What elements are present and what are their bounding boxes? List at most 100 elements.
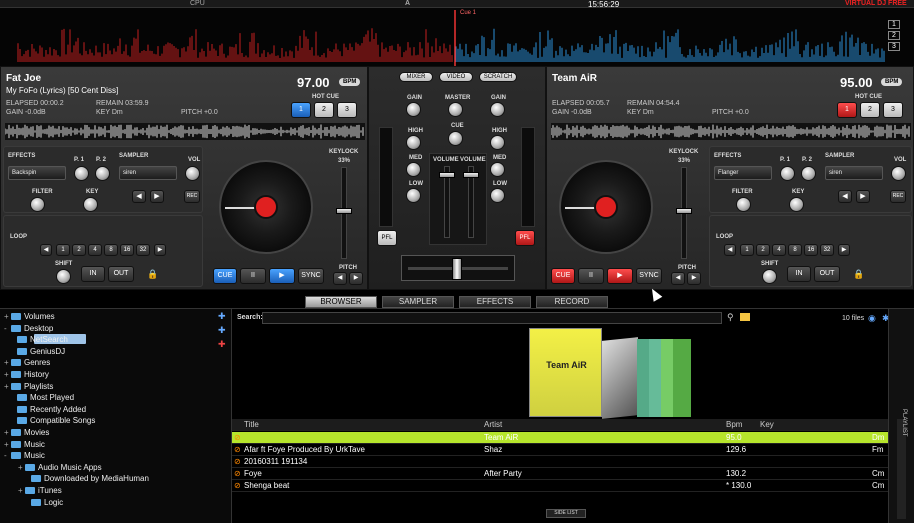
mixer-med-right-knob[interactable] <box>490 162 505 177</box>
tree-item[interactable]: GeniusDJ <box>10 347 65 356</box>
deck-left-hot-cue-3[interactable]: 3 <box>337 102 357 118</box>
mixer-low-right-knob[interactable] <box>490 188 505 203</box>
deck-left-p1-knob[interactable] <box>74 166 89 181</box>
deck-left-effect-select[interactable]: Backspin <box>8 166 66 180</box>
mixer-volume-right-handle[interactable] <box>463 172 479 178</box>
tree-item[interactable]: NetSearch <box>10 335 68 344</box>
deck-right-loop-1[interactable]: 1 <box>740 244 754 256</box>
mixer-cue-knob[interactable] <box>448 131 463 146</box>
tree-item[interactable]: + Volumes <box>4 312 55 321</box>
deck-right-loop-out[interactable]: OUT <box>814 266 840 282</box>
deck-1-button[interactable]: 1 <box>888 20 900 29</box>
tree-item[interactable]: Downloaded by MediaHuman <box>24 474 149 483</box>
deck-left-sync-button[interactable]: SYNC <box>298 268 324 284</box>
album-cover-side-5[interactable] <box>673 339 691 417</box>
folder-icon[interactable] <box>740 313 750 321</box>
deck-right-pitch-handle[interactable] <box>676 208 692 214</box>
deck-left-vol-knob[interactable] <box>185 166 200 181</box>
mixer-gain-right-knob[interactable] <box>490 102 505 117</box>
deck-left-loop-prev[interactable]: ◀ <box>40 244 52 256</box>
mixer-master-knob[interactable] <box>448 102 463 117</box>
deck-left-loop-2[interactable]: 2 <box>72 244 86 256</box>
tree-item[interactable]: + Audio Music Apps <box>18 463 102 472</box>
table-row[interactable]: ⊘ Afar ft Foye Produced By UrkTave Shaz 129… <box>232 444 888 456</box>
deck-right-play-button[interactable]: ▶ <box>607 268 633 284</box>
deck-left-jog-wheel[interactable] <box>219 160 313 254</box>
tree-expand-toggle[interactable]: + <box>4 382 11 391</box>
deck-left-loop-8[interactable]: 8 <box>104 244 118 256</box>
deck-right-cue-button[interactable]: CUE <box>551 268 575 284</box>
deck-left-loop-4[interactable]: 4 <box>88 244 102 256</box>
deck-left-key-knob[interactable] <box>83 197 98 212</box>
deck-right-effect-select[interactable]: Flanger <box>714 166 772 180</box>
deck-left-lock-icon[interactable]: 🔒 <box>147 269 158 280</box>
deck-left-pitch-handle[interactable] <box>336 208 352 214</box>
tree-expand-toggle[interactable]: + <box>4 370 11 379</box>
deck-left-hot-cue-1[interactable]: 1 <box>291 102 311 118</box>
tree-item[interactable]: + Movies <box>4 428 49 437</box>
tree-item[interactable]: + History <box>4 370 49 379</box>
crossfader[interactable] <box>401 255 515 281</box>
table-row[interactable]: ⊘ 20160311 191134 <box>232 456 888 468</box>
deck-right-loop-16[interactable]: 16 <box>804 244 818 256</box>
deck-left-loop-in[interactable]: IN <box>81 266 105 282</box>
mixer-high-left-knob[interactable] <box>406 135 421 150</box>
deck-left-rec-button[interactable]: REC <box>184 190 200 203</box>
col-key[interactable]: Key <box>760 419 774 431</box>
add-virtual-folder-icon[interactable]: ✚ <box>218 325 226 336</box>
tab-effects[interactable]: EFFECTS <box>459 296 531 308</box>
add-filter-folder-icon[interactable]: ✚ <box>218 339 226 350</box>
album-cover-side-3[interactable] <box>649 339 661 417</box>
waveform-overview[interactable]: Cue 1 1 2 3 <box>0 8 914 66</box>
tree-item[interactable]: - Music <box>4 451 45 460</box>
mixer-low-left-knob[interactable] <box>406 188 421 203</box>
mixer-tab[interactable]: MIXER <box>399 72 433 82</box>
deck-left-pitch-down[interactable]: ◀ <box>333 272 347 285</box>
deck-right-loop-next[interactable]: ▶ <box>838 244 850 256</box>
table-row[interactable]: ⊘ Foye After Party 130.2 Cm <box>232 468 888 480</box>
deck-right-sampler-next[interactable]: ▶ <box>856 190 870 203</box>
deck-right-loop-8[interactable]: 8 <box>788 244 802 256</box>
deck-right-loop-in[interactable]: IN <box>787 266 811 282</box>
deck-right-vol-knob[interactable] <box>891 166 906 181</box>
album-cover-side-1[interactable] <box>602 337 638 419</box>
tree-expand-toggle[interactable]: + <box>18 486 25 495</box>
deck-left-sampler-next[interactable]: ▶ <box>150 190 164 203</box>
deck-left-sampler-prev[interactable]: ◀ <box>132 190 146 203</box>
crossfader-handle[interactable] <box>452 258 462 280</box>
deck-right-filter-knob[interactable] <box>736 197 751 212</box>
deck-right-p1-knob[interactable] <box>780 166 795 181</box>
video-tab[interactable]: VIDEO <box>439 72 473 82</box>
tree-item[interactable]: Compatible Songs <box>10 416 95 425</box>
deck-right-p2-knob[interactable] <box>801 166 816 181</box>
mixer-med-left-knob[interactable] <box>406 162 421 177</box>
deck-left-loop-1[interactable]: 1 <box>56 244 70 256</box>
deck-2-button[interactable]: 2 <box>888 31 900 40</box>
table-row[interactable]: ⊘ Shenga beat * 130.0 Cm <box>232 480 888 492</box>
deck-right-loop-4[interactable]: 4 <box>772 244 786 256</box>
deck-left-loop-next[interactable]: ▶ <box>154 244 166 256</box>
deck-right-loop-2[interactable]: 2 <box>756 244 770 256</box>
deck-right-key-knob[interactable] <box>789 197 804 212</box>
mixer-gain-left-knob[interactable] <box>406 102 421 117</box>
tree-item[interactable]: Recently Added <box>10 405 86 414</box>
deck-left-sampler-select[interactable]: siren <box>119 166 177 180</box>
tree-expand-toggle[interactable]: + <box>4 428 11 437</box>
tree-item[interactable]: + Playlists <box>4 382 53 391</box>
deck-right-pause-button[interactable]: II <box>578 268 604 284</box>
tab-sampler[interactable]: SAMPLER <box>382 296 454 308</box>
playlist-side-tab[interactable]: PLAYLIST <box>901 409 907 437</box>
tree-item[interactable]: + iTunes <box>18 486 62 495</box>
deck-right-hot-cue-1[interactable]: 1 <box>837 102 857 118</box>
mixer-pfl-right[interactable]: PFL <box>515 230 535 246</box>
deck-left-bpm-button[interactable]: BPM <box>339 78 361 86</box>
add-folder-icon[interactable]: ✚ <box>218 311 226 322</box>
deck-right-hot-cue-3[interactable]: 3 <box>883 102 903 118</box>
album-cover[interactable]: Team AiR <box>529 328 602 417</box>
deck-left-filter-knob[interactable] <box>30 197 45 212</box>
deck-right-loop-32[interactable]: 32 <box>820 244 834 256</box>
tree-item[interactable]: + Music <box>4 440 45 449</box>
deck-right-sampler-prev[interactable]: ◀ <box>838 190 852 203</box>
table-row[interactable]: ⊘ Team AiR 95.0 Dm <box>232 432 888 444</box>
search-options-icon[interactable]: ⚲ <box>727 312 734 323</box>
